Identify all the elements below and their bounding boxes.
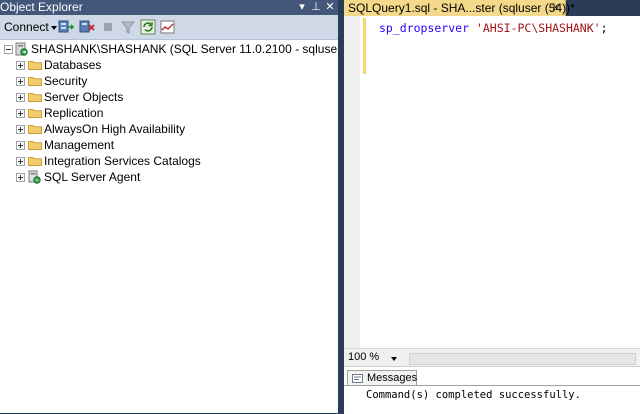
refresh-icon[interactable]: [140, 19, 156, 35]
tree-node-server-objects[interactable]: Server Objects: [0, 89, 338, 105]
results-pane: Messages Command(s) completed successful…: [344, 366, 640, 414]
tree-node-label: Databases: [44, 58, 102, 72]
server-icon: [15, 42, 28, 56]
code-terminator: ;: [600, 21, 608, 35]
zoom-bar: 100 %: [344, 348, 640, 367]
expand-icon[interactable]: [16, 157, 25, 166]
close-tab-icon[interactable]: ✕: [551, 0, 560, 16]
folder-icon: [28, 157, 42, 166]
tree-node-security[interactable]: Security: [0, 73, 338, 89]
server-label: SHASHANK\SHASHANK (SQL Server 11.0.2100 …: [31, 42, 346, 56]
code-line[interactable]: sp_dropserver 'AHSI-PC\SHASHANK';: [379, 21, 608, 35]
tree-node-label: Integration Services Catalogs: [44, 154, 201, 168]
code-keyword: sp_dropserver: [379, 21, 470, 35]
activity-monitor-icon[interactable]: [160, 19, 176, 35]
expand-icon[interactable]: [16, 109, 25, 118]
connect-button[interactable]: Connect: [4, 20, 57, 34]
expand-icon[interactable]: [16, 61, 25, 70]
tree-node-sql-server-agent[interactable]: SQL Server Agent: [0, 169, 338, 185]
tree-node-label: Replication: [44, 106, 104, 120]
tree-node-alwayson[interactable]: AlwaysOn High Availability: [0, 121, 338, 137]
chevron-down-icon[interactable]: [391, 357, 397, 361]
messages-icon: [352, 374, 363, 383]
messages-tab-label: Messages: [367, 372, 418, 384]
tree-node-integration-services[interactable]: Integration Services Catalogs: [0, 153, 338, 169]
expand-icon[interactable]: [16, 141, 25, 150]
expand-icon[interactable]: [16, 173, 25, 182]
zoom-select[interactable]: 100 %: [348, 351, 379, 363]
connect-server-icon[interactable]: [58, 19, 74, 35]
document-tab-strip: SQLQuery1.sql - SHA...ster (sqluser (54)…: [344, 0, 640, 16]
filter-icon[interactable]: [120, 19, 136, 35]
object-explorer-toolbar: Connect: [0, 15, 338, 40]
code-string: 'AHSI-PC\SHASHANK': [475, 21, 601, 35]
folder-icon: [28, 125, 42, 134]
folder-icon: [28, 61, 42, 70]
object-explorer-title: Object Explorer: [0, 0, 83, 14]
expand-icon[interactable]: [16, 77, 25, 86]
tree-node-label: Management: [44, 138, 115, 152]
tree-node-label: Security: [44, 74, 88, 88]
tree-node-label: SQL Server Agent: [44, 170, 141, 184]
folder-icon: [28, 77, 42, 86]
horizontal-scrollbar[interactable]: [409, 353, 636, 365]
tab-messages[interactable]: Messages: [347, 370, 417, 386]
close-icon[interactable]: ✕: [324, 0, 336, 15]
expand-icon[interactable]: [16, 125, 25, 134]
auto-hide-pin-icon[interactable]: ⊥: [310, 0, 322, 15]
disconnect-icon[interactable]: [79, 19, 95, 35]
results-divider: [344, 385, 640, 386]
object-explorer-pane: Object Explorer ▾ ⊥ ✕ Connect SHASHANK\S…: [0, 0, 345, 413]
sql-editor[interactable]: sp_dropserver 'AHSI-PC\SHASHANK';: [344, 16, 640, 348]
tab-sqlquery1[interactable]: SQLQuery1.sql - SHA...ster (sqluser (54)…: [344, 0, 575, 16]
tree-node-management[interactable]: Management: [0, 137, 338, 153]
window-position-dropdown-icon[interactable]: ▾: [296, 0, 308, 15]
tree-node-replication[interactable]: Replication: [0, 105, 338, 121]
result-message: Command(s) completed successfully.: [366, 389, 581, 401]
tree-node-databases[interactable]: Databases: [0, 57, 338, 73]
query-editor-pane: SQLQuery1.sql - SHA...ster (sqluser (54)…: [344, 0, 640, 414]
connect-label: Connect: [4, 20, 49, 34]
folder-icon: [28, 141, 42, 150]
object-explorer-titlebar: Object Explorer ▾ ⊥ ✕: [0, 0, 338, 15]
tree-node-label: Server Objects: [44, 90, 124, 104]
chevron-down-icon: [50, 25, 57, 30]
server-node[interactable]: SHASHANK\SHASHANK (SQL Server 11.0.2100 …: [0, 41, 345, 57]
editor-margin: [344, 16, 360, 348]
sql-agent-icon: [28, 170, 41, 184]
expand-icon[interactable]: [16, 93, 25, 102]
stop-icon[interactable]: [100, 19, 116, 35]
tab-label: SQLQuery1.sql - SHA...ster (sqluser (54)…: [348, 1, 575, 15]
tree-node-label: AlwaysOn High Availability: [44, 122, 186, 136]
folder-icon: [28, 109, 42, 118]
change-tracking-bar: [363, 18, 366, 74]
collapse-icon[interactable]: [4, 45, 13, 54]
folder-icon: [28, 93, 42, 102]
